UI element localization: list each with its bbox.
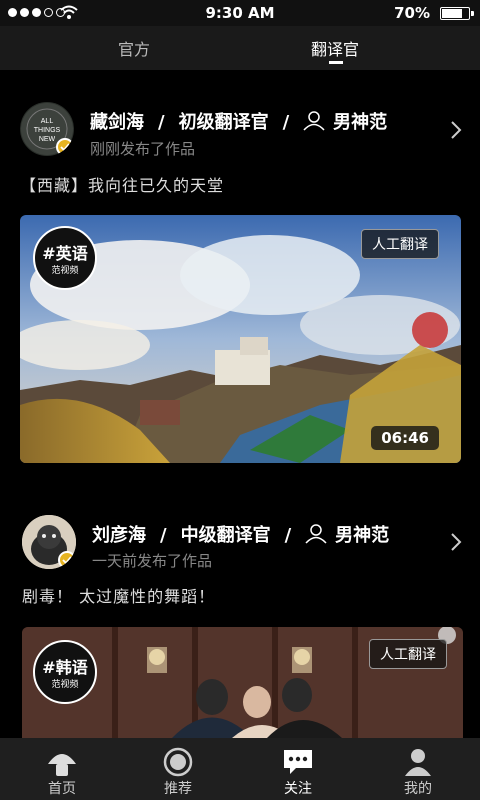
author-category: 男神范 (333, 112, 388, 133)
top-tab-bar: 官方 翻译官 (0, 26, 480, 70)
svg-text:ALL: ALL (41, 118, 54, 125)
nav-follow-label: 关注 (284, 781, 312, 797)
tab-official[interactable]: 官方 (118, 36, 150, 60)
status-bar: 9:30 AM 70% (0, 0, 480, 26)
avatar[interactable] (22, 515, 76, 569)
author-level: 中级翻译官 (180, 525, 271, 546)
nav-home[interactable]: 首页 (2, 738, 122, 800)
author-level: 初级翻译官 (178, 112, 269, 133)
author-name[interactable]: 藏剑海 (90, 108, 144, 134)
nav-profile[interactable]: 我的 (358, 738, 478, 800)
author-name[interactable]: 刘彦海 (92, 521, 146, 547)
badge-title: #韩语 (42, 658, 88, 677)
video-duration: 06:46 (371, 426, 439, 450)
translation-tag: 人工翻译 (369, 639, 447, 669)
post-header-line: 刘彦海 / 中级翻译官 / 男神范 (92, 521, 389, 547)
nav-recommend-label: 推荐 (164, 781, 192, 797)
badge-subtitle: 范视频 (51, 266, 79, 276)
nav-follow[interactable]: 关注 (238, 738, 358, 800)
profile-icon (405, 749, 431, 776)
translation-tag: 人工翻译 (361, 229, 439, 259)
recommend-icon (163, 747, 193, 777)
video-thumbnail[interactable]: #英语 范视频 人工翻译 06:46 (20, 215, 461, 463)
post-header-line: 藏剑海 / 初级翻译官 / 男神范 (90, 108, 387, 134)
post-time: 刚刚发布了作品 (90, 140, 196, 158)
nav-recommend[interactable]: 推荐 (118, 738, 238, 800)
chevron-right-icon[interactable] (450, 532, 462, 552)
verified-icon (58, 551, 76, 569)
battery-percent: 70% (394, 4, 430, 22)
tab-translator[interactable]: 翻译官 (311, 36, 359, 60)
active-tab-indicator (329, 61, 343, 64)
post-time: 一天前发布了作品 (92, 552, 213, 570)
video-thumbnail[interactable]: #韩语 范视频 人工翻译 (22, 627, 463, 738)
feed-post: 刘彦海/中级翻译官/男神范 一天前发布了作品 剧毒！ 太过魔性的舞蹈！ (0, 515, 480, 738)
follow-chat-icon (284, 750, 312, 774)
person-icon (305, 524, 327, 544)
svg-text:THINGS: THINGS (34, 127, 61, 134)
home-icon (48, 754, 76, 776)
verified-icon (56, 138, 74, 156)
nav-profile-label: 我的 (404, 781, 432, 797)
bottom-navigation: 首页 推荐 关注 我的 (0, 738, 480, 800)
svg-text:NEW: NEW (39, 136, 56, 143)
battery-icon (440, 7, 474, 20)
person-icon (303, 111, 325, 131)
badge-subtitle: 范视频 (51, 680, 79, 690)
badge-title: #英语 (42, 244, 88, 263)
avatar[interactable]: ALL THINGS NEW (20, 102, 74, 156)
language-badge: #韩语 范视频 (32, 639, 98, 705)
nav-home-label: 首页 (48, 781, 76, 797)
post-caption: 剧毒！ 太过魔性的舞蹈！ (22, 587, 216, 606)
post-caption: 【西藏】我向往已久的天堂 (20, 176, 225, 195)
feed-post: ALL THINGS NEW 藏剑海 / 初级翻译官 / 男神范 刚刚发布了作品 【西藏… (0, 100, 480, 470)
author-category: 男神范 (335, 525, 390, 546)
chevron-right-icon[interactable] (450, 120, 462, 140)
language-badge: #英语 范视频 (32, 225, 98, 291)
